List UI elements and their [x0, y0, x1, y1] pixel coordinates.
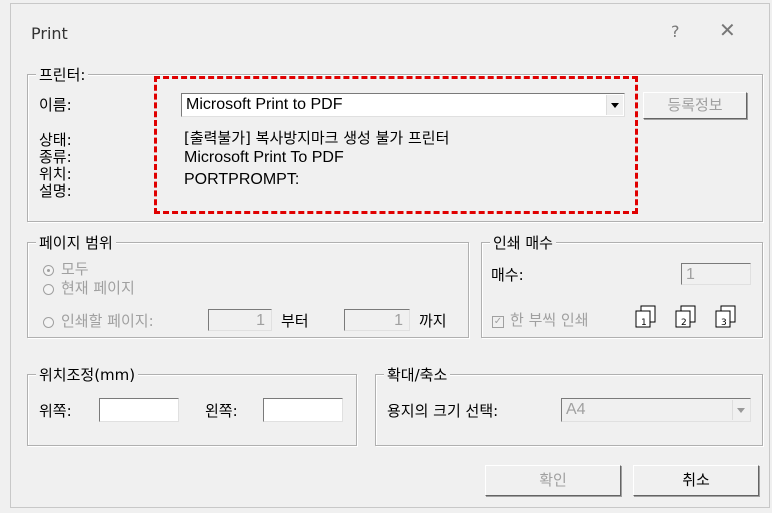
chevron-down-icon[interactable]	[732, 400, 749, 420]
copies-count-value: 1	[686, 266, 695, 283]
help-button[interactable]: ?	[671, 22, 680, 41]
from-label: 부터	[281, 312, 309, 330]
scale-legend: 확대/축소	[384, 364, 451, 385]
to-label: 까지	[419, 312, 447, 330]
ok-button[interactable]: 확인	[485, 465, 621, 496]
radio-pages-label: 인쇄할 페이지:	[61, 312, 154, 330]
paper-size-label: 용지의 크기 선택:	[387, 402, 499, 420]
type-label: 종류:	[39, 148, 72, 166]
top-offset-input[interactable]	[99, 398, 179, 422]
collate-label: 한 부씩 인쇄	[510, 311, 589, 329]
copy-icon-label-1: 1	[641, 318, 647, 328]
close-button[interactable]: ✕	[719, 18, 736, 42]
radio-current[interactable]	[43, 284, 54, 295]
radio-pages[interactable]	[43, 317, 54, 328]
cancel-button[interactable]: 취소	[633, 465, 759, 496]
radio-all-label: 모두	[61, 260, 89, 278]
left-offset-input[interactable]	[263, 398, 343, 422]
location-label: 위치:	[39, 165, 72, 183]
register-info-button[interactable]: 등록정보	[643, 92, 747, 119]
left-offset-label: 왼쪽:	[205, 402, 238, 420]
comment-label: 설명:	[39, 182, 72, 200]
paper-size-value: A4	[566, 401, 586, 418]
copies-legend: 인쇄 매수	[490, 232, 556, 253]
to-page-value: 1	[394, 312, 403, 329]
cancel-button-label: 취소	[682, 471, 710, 489]
annotation-highlight	[154, 76, 638, 214]
to-page-input[interactable]: 1	[344, 309, 410, 331]
collate-copy-icon: 3	[715, 305, 736, 328]
top-offset-label: 위쪽:	[39, 402, 72, 420]
ok-button-label: 확인	[539, 471, 567, 489]
copy-icon-label-3: 3	[721, 318, 727, 328]
radio-current-label: 현재 페이지	[61, 279, 135, 297]
copy-icon-label-2: 2	[681, 318, 687, 328]
from-page-value: 1	[256, 312, 265, 329]
collate-copy-icon: 2	[675, 305, 696, 328]
page-range-legend: 페이지 범위	[36, 232, 116, 253]
from-page-input[interactable]: 1	[208, 309, 272, 331]
copies-count-label: 매수:	[491, 266, 524, 284]
collate-checkbox[interactable]: ✓	[492, 316, 504, 328]
paper-size-select[interactable]: A4	[561, 398, 751, 422]
dialog-title: Print	[31, 24, 68, 43]
position-legend: 위치조정(mm)	[36, 364, 139, 385]
printer-name-label: 이름:	[39, 96, 72, 114]
status-label: 상태:	[39, 131, 72, 149]
copies-count-input[interactable]: 1	[681, 263, 751, 285]
register-info-label: 등록정보	[667, 96, 723, 114]
title-bar: Print ? ✕	[11, 4, 769, 60]
print-dialog: Print ? ✕ 프린터: 이름: Microsoft Print to PD…	[10, 3, 770, 508]
printer-legend: 프린터:	[36, 64, 89, 85]
radio-all[interactable]	[43, 265, 54, 276]
collate-copy-icon: 1	[635, 305, 656, 328]
